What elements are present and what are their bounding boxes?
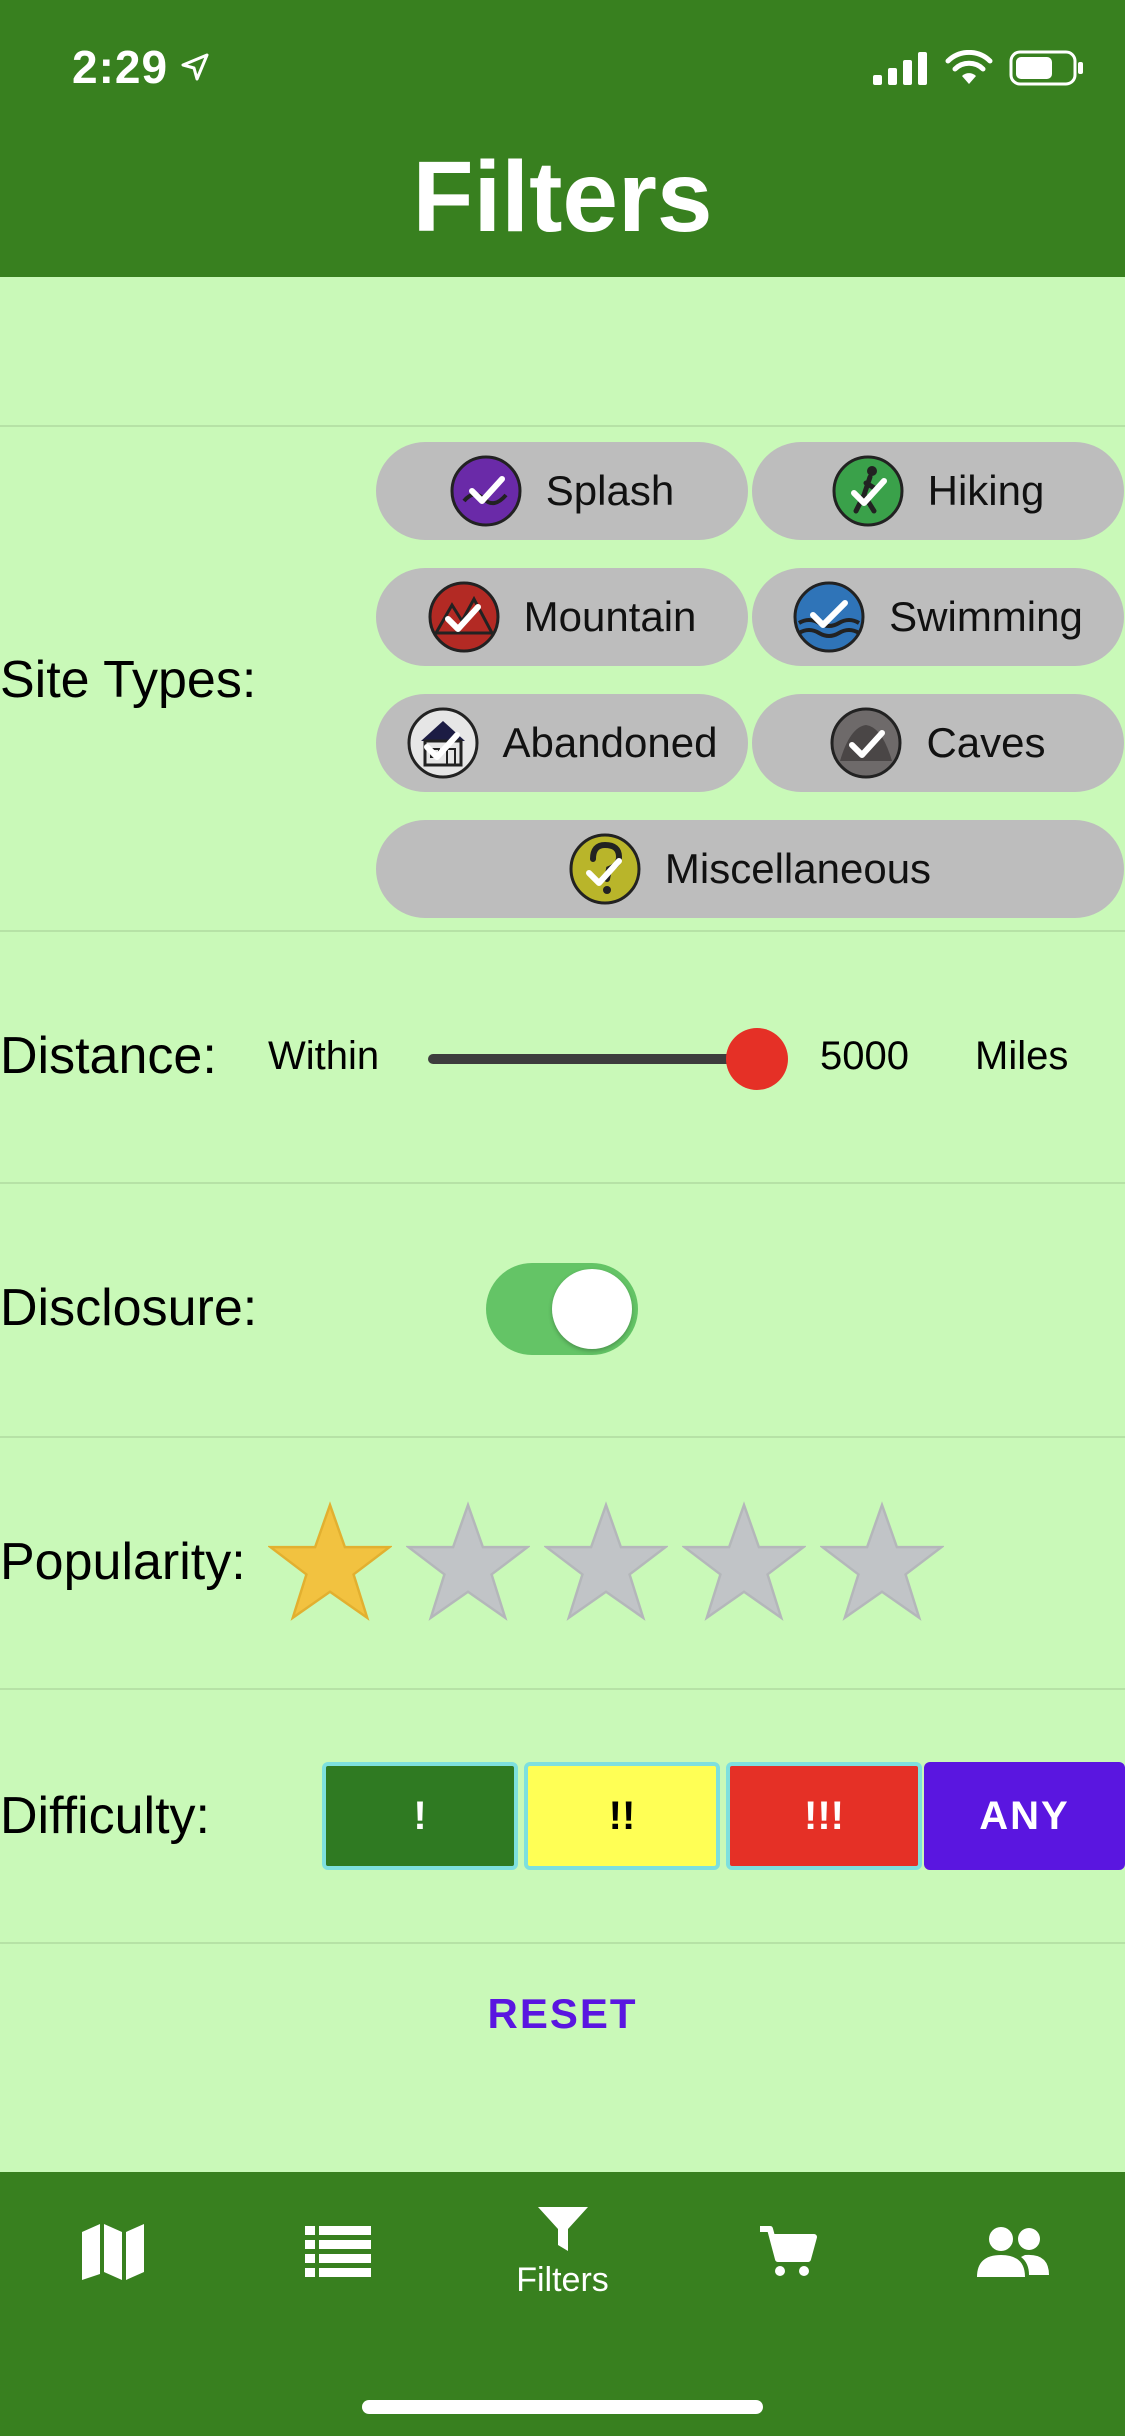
people-icon	[976, 2227, 1049, 2277]
chip-hiking[interactable]: Hiking	[752, 442, 1124, 540]
divider	[0, 1688, 1125, 1690]
tab-filters[interactable]: Filters	[450, 2172, 675, 2332]
toggle-knob	[552, 1269, 632, 1349]
tab-label: Filters	[516, 2260, 609, 2299]
location-arrow-icon	[181, 53, 209, 81]
home-indicator	[362, 2400, 763, 2414]
chip-label: Swimming	[889, 593, 1083, 640]
divider	[0, 425, 1125, 427]
chip-splash[interactable]: Splash	[376, 442, 748, 540]
disclosure-label: Disclosure:	[0, 1279, 258, 1337]
distance-value: 5000	[820, 1034, 909, 1078]
signal-icon	[873, 52, 927, 85]
chip-caves[interactable]: Caves	[752, 694, 1124, 792]
difficulty-any-button[interactable]: ANY	[924, 1762, 1125, 1870]
chip-miscellaneous[interactable]: Miscellaneous	[376, 820, 1124, 918]
disclosure-toggle[interactable]	[486, 1263, 638, 1355]
divider	[0, 1182, 1125, 1184]
hiking-icon	[832, 455, 904, 527]
difficulty-medium-button[interactable]: !!	[524, 1762, 720, 1870]
chip-label: Hiking	[927, 467, 1045, 514]
page-title: Filters	[412, 141, 713, 253]
star-1-icon[interactable]	[268, 1500, 392, 1624]
popularity-label: Popularity:	[0, 1533, 246, 1591]
tab-map[interactable]	[0, 2172, 225, 2332]
chip-label: Miscellaneous	[664, 845, 932, 892]
distance-label: Distance:	[0, 1027, 217, 1085]
miscellaneous-icon	[569, 833, 641, 905]
distance-unit: Miles	[975, 1034, 1069, 1078]
star-3-icon[interactable]	[544, 1500, 668, 1624]
status-icons	[873, 50, 1085, 86]
tab-people[interactable]	[900, 2172, 1125, 2332]
splash-icon	[450, 455, 522, 527]
map-icon	[81, 2224, 144, 2280]
caves-icon	[830, 707, 902, 779]
list-icon	[304, 2226, 371, 2277]
star-4-icon[interactable]	[682, 1500, 806, 1624]
difficulty-hard-button[interactable]: !!!	[726, 1762, 922, 1870]
chip-abandoned[interactable]: Abandoned	[376, 694, 748, 792]
chip-swimming[interactable]: Swimming	[752, 568, 1124, 666]
divider	[0, 1436, 1125, 1438]
mountain-icon	[428, 581, 500, 653]
cart-icon	[759, 2226, 817, 2276]
filter-icon	[537, 2206, 588, 2251]
chip-mountain[interactable]: Mountain	[376, 568, 748, 666]
header-bar: 2:29 Filters	[0, 0, 1125, 277]
abandoned-icon	[407, 707, 479, 779]
tab-list[interactable]	[225, 2172, 450, 2332]
chip-label: Mountain	[523, 593, 697, 640]
distance-prefix: Within	[268, 1034, 380, 1078]
divider	[0, 1942, 1125, 1944]
distance-slider-thumb[interactable]	[726, 1028, 788, 1090]
star-5-icon[interactable]	[820, 1500, 944, 1624]
tab-cart[interactable]	[675, 2172, 900, 2332]
star-2-icon[interactable]	[406, 1500, 530, 1624]
distance-slider-track[interactable]	[428, 1054, 758, 1064]
battery-icon	[1009, 50, 1083, 86]
difficulty-easy-button[interactable]: !	[322, 1762, 518, 1870]
tab-bar: Filters	[0, 2172, 1125, 2436]
chip-label: Caves	[926, 719, 1046, 766]
wifi-icon	[945, 50, 993, 84]
reset-button[interactable]: RESET	[0, 1990, 1125, 2038]
site-types-label: Site Types:	[0, 651, 257, 709]
difficulty-label: Difficulty:	[0, 1787, 210, 1845]
divider	[0, 930, 1125, 932]
chip-label: Abandoned	[502, 719, 718, 766]
swimming-icon	[793, 581, 865, 653]
chip-label: Splash	[545, 467, 675, 514]
status-time: 2:29	[72, 41, 169, 93]
